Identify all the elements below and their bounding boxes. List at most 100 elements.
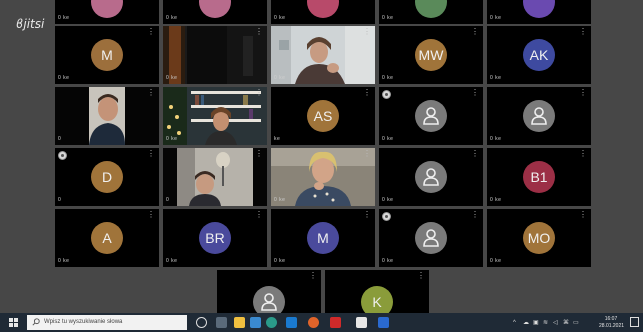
participant-tile[interactable]: MO ⋮ 0 ke (487, 209, 591, 267)
connection-indicator: 0 ke (166, 136, 178, 142)
app-icon[interactable] (356, 317, 367, 328)
tile-menu-icon[interactable]: ⋮ (255, 211, 263, 219)
chrome-icon[interactable] (308, 317, 319, 328)
participant-tile[interactable]: 0 ke (163, 0, 267, 24)
participant-avatar: M (91, 39, 123, 71)
participant-video-tile[interactable]: ⋮ 0 ke (271, 148, 375, 206)
connection-indicator: 0 ke (490, 136, 502, 142)
user-icon (261, 293, 277, 311)
word-icon[interactable] (378, 317, 389, 328)
participant-tile[interactable]: M ⋮ 0 ke (55, 26, 159, 84)
tile-menu-icon[interactable]: ⋮ (147, 28, 155, 36)
cloud-icon[interactable]: ☁ (523, 320, 529, 326)
language-icon[interactable]: ⌘ (563, 320, 569, 326)
file-explorer-icon[interactable] (234, 317, 245, 328)
connection-indicator: 0 ke (382, 258, 394, 264)
camera-feed-man (55, 87, 159, 145)
participant-avatar: AS (307, 100, 339, 132)
participant-tile[interactable]: A ⋮ 0 ke (55, 209, 159, 267)
tile-menu-icon[interactable]: ⋮ (363, 89, 371, 97)
participant-tile[interactable]: ⋮ 0 ke (379, 209, 483, 267)
system-tray: ^ ☁ ▣ ≋ ◁ ⌘ ▭ 16:07 28.01.2021 (513, 316, 624, 329)
participant-tile[interactable]: AS ⋮ ke (271, 87, 375, 145)
participant-tile[interactable]: 0 ke (55, 0, 159, 24)
participant-tile[interactable]: D ⋮ 0 (55, 148, 159, 206)
participant-avatar (307, 0, 339, 18)
battery-icon[interactable]: ▭ (573, 320, 579, 326)
tile-menu-icon[interactable]: ⋮ (579, 89, 587, 97)
taskbar-search-input[interactable]: Wpisz tu wyszukiwanie słowa (27, 315, 187, 330)
tile-menu-icon[interactable]: ⋮ (147, 150, 155, 158)
participant-tile[interactable]: 0 ke (379, 0, 483, 24)
participant-avatar (91, 0, 123, 18)
participant-tile[interactable]: ⋮ 0 ke (379, 87, 483, 145)
edge-icon[interactable] (266, 317, 277, 328)
tile-menu-icon[interactable]: ⋮ (363, 211, 371, 219)
tile-menu-icon[interactable]: ⋮ (471, 28, 479, 36)
jitsi-logo[interactable]: ϐjitsi (16, 17, 44, 31)
participant-video-tile[interactable]: ⋮ 0 ke (163, 87, 267, 145)
participant-avatar: AK (523, 39, 555, 71)
tile-menu-icon[interactable]: ⋮ (579, 28, 587, 36)
tile-menu-icon[interactable]: ⋮ (147, 89, 155, 97)
store-icon[interactable] (250, 317, 261, 328)
connection-indicator: 0 ke (490, 75, 502, 81)
mail-icon[interactable] (286, 317, 297, 328)
default-avatar (415, 222, 447, 254)
participant-tile[interactable]: 0 ke (487, 0, 591, 24)
acrobat-icon[interactable] (330, 317, 341, 328)
tile-menu-icon[interactable]: ⋮ (579, 211, 587, 219)
tile-menu-icon[interactable]: ⋮ (579, 150, 587, 158)
camera-feed-lamp (163, 148, 267, 206)
tile-menu-icon[interactable]: ⋮ (147, 211, 155, 219)
participant-tile[interactable]: B1 ⋮ 0 ke (487, 148, 591, 206)
connection-indicator: 0 ke (58, 15, 70, 21)
participant-avatar: B1 (523, 161, 555, 193)
network-icon[interactable]: ▣ (533, 320, 539, 326)
tile-menu-icon[interactable]: ⋮ (255, 89, 263, 97)
raised-hand-icon (382, 212, 391, 221)
tile-menu-icon[interactable]: ⋮ (255, 150, 263, 158)
participant-tile[interactable]: AK ⋮ 0 ke (487, 26, 591, 84)
connection-indicator: 0 ke (274, 15, 286, 21)
connection-indicator: 0 ke (166, 75, 178, 81)
participant-avatar (199, 0, 231, 18)
tile-menu-icon[interactable]: ⋮ (309, 272, 317, 280)
connection-indicator: 0 ke (382, 75, 394, 81)
tile-menu-icon[interactable]: ⋮ (255, 28, 263, 36)
clock-date[interactable]: 28.01.2021 (599, 323, 624, 329)
wifi-icon[interactable]: ≋ (543, 320, 548, 326)
participant-video-tile[interactable]: ⋮ 0 ke (271, 26, 375, 84)
participant-tile[interactable]: BR ⋮ 0 ke (163, 209, 267, 267)
clock-time[interactable]: 16:07 (599, 316, 623, 322)
camera-feed-blonde-woman (271, 148, 375, 206)
cortana-icon[interactable] (196, 317, 207, 328)
chevron-up-icon[interactable]: ^ (513, 320, 516, 326)
task-view-icon[interactable] (216, 317, 227, 328)
windows-start-icon[interactable] (9, 318, 19, 328)
tile-menu-icon[interactable]: ⋮ (471, 211, 479, 219)
notification-center-icon[interactable] (630, 317, 639, 327)
tile-menu-icon[interactable]: ⋮ (471, 150, 479, 158)
search-placeholder: Wpisz tu wyszukiwanie słowa (44, 319, 123, 325)
participant-tile[interactable]: M ⋮ 0 ke (271, 209, 375, 267)
tile-menu-icon[interactable]: ⋮ (363, 150, 371, 158)
tile-menu-icon[interactable]: ⋮ (471, 89, 479, 97)
participant-video-tile[interactable]: ⋮ 0 (55, 87, 159, 145)
participant-avatar (415, 0, 447, 18)
connection-indicator: 0 ke (382, 136, 394, 142)
connection-indicator: 0 ke (490, 197, 502, 203)
tile-menu-icon[interactable]: ⋮ (417, 272, 425, 280)
participant-tile[interactable]: ⋮ 0 ke (487, 87, 591, 145)
participant-tile[interactable]: 0 ke (271, 0, 375, 24)
participant-video-tile[interactable]: ⋮ 0 ke (163, 26, 267, 84)
connection-indicator: 0 ke (166, 15, 178, 21)
user-icon (423, 107, 439, 125)
volume-icon[interactable]: ◁ (553, 320, 558, 326)
participant-tile[interactable]: MW ⋮ 0 ke (379, 26, 483, 84)
tile-menu-icon[interactable]: ⋮ (363, 28, 371, 36)
participant-video-tile[interactable]: ⋮ 0 (163, 148, 267, 206)
participant-tile[interactable]: ⋮ 0 ke (379, 148, 483, 206)
connection-indicator: 0 (58, 136, 62, 142)
participant-avatar: MW (415, 39, 447, 71)
